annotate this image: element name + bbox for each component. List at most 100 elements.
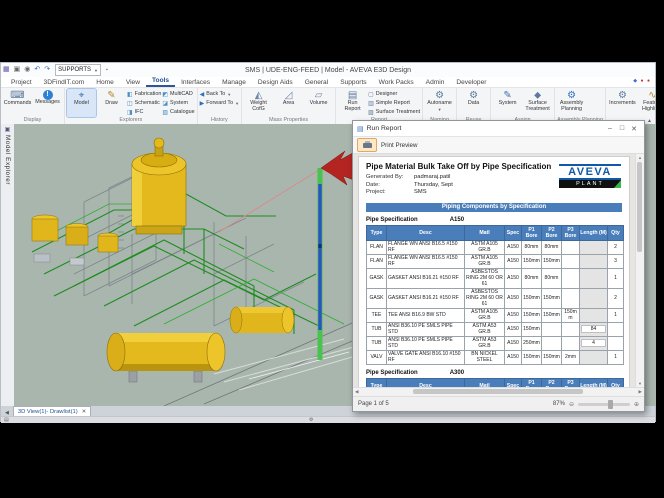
customize-toolbar-icon[interactable]: ▪ bbox=[106, 63, 108, 77]
table-cell: 250mm bbox=[522, 336, 542, 350]
table-cell: 3 bbox=[608, 254, 624, 268]
ribbon-tab-view[interactable]: View bbox=[120, 79, 146, 87]
save-icon[interactable]: ▣ bbox=[14, 63, 21, 77]
back-to-button[interactable]: ◀Back To▼ bbox=[200, 90, 239, 98]
area-button[interactable]: ◿Area bbox=[274, 89, 303, 117]
multicad-button[interactable]: ◩MultiCAD bbox=[162, 90, 194, 98]
close-icon[interactable]: ✕ bbox=[628, 125, 640, 133]
run-report-button[interactable]: ▤Run Report bbox=[338, 89, 367, 117]
model-explorer-label: Model Explorer bbox=[4, 135, 11, 185]
system-button[interactable]: ◪System bbox=[162, 99, 194, 107]
scroll-down-icon[interactable]: ▼ bbox=[636, 381, 644, 386]
ribbon-tab-home[interactable]: Home bbox=[90, 79, 120, 87]
print-preview-label: Print Preview bbox=[381, 142, 417, 149]
diamond-icon[interactable]: ◆ bbox=[633, 78, 638, 84]
meta-label: Project: bbox=[366, 189, 414, 197]
back-icon: ◀ bbox=[200, 91, 205, 98]
length-value: 4 bbox=[581, 339, 606, 347]
column-header: Spec bbox=[505, 378, 522, 387]
model-button[interactable]: ⌖Model bbox=[67, 89, 96, 117]
ribbon-tab-work-packs[interactable]: Work Packs bbox=[373, 79, 420, 87]
zoom-out-icon[interactable]: ⊖ bbox=[569, 401, 574, 408]
chevron-down-icon: ▼ bbox=[235, 101, 239, 106]
ribbon-group-explorers: ⌖Model✎Draw◧Fabrication◫Schematic◨IFC ◩Mu… bbox=[65, 88, 198, 124]
table-cell: A150 bbox=[505, 350, 522, 364]
table-cell: FLAN bbox=[367, 240, 387, 254]
ribbon-tab-interfaces[interactable]: Interfaces bbox=[175, 79, 216, 87]
ribbon-tab-admin[interactable]: Admin bbox=[420, 79, 451, 87]
table-cell: 1 bbox=[608, 268, 624, 288]
ribbon-tab-general[interactable]: General bbox=[299, 79, 334, 87]
ifc-button[interactable]: ◨IFC bbox=[127, 108, 161, 116]
table-row: TEETEE ANSI B16.9 BW STDASTM A105 GR.BA1… bbox=[367, 308, 624, 322]
table-row: TUBANSI B36.10 PE SMLS PIPE STDASTM A53 … bbox=[367, 322, 624, 336]
select-icon[interactable]: ◉ bbox=[24, 63, 30, 77]
scroll-left-icon[interactable]: ◀ bbox=[355, 389, 358, 395]
column-header: Matl bbox=[465, 225, 505, 240]
commands-button[interactable]: ⌨Commands bbox=[3, 89, 32, 117]
zoom-slider-thumb[interactable] bbox=[608, 400, 613, 409]
ribbon-group-history: ◀Back To▼▶Forward To▼History bbox=[198, 88, 242, 124]
column-header: Desc bbox=[387, 378, 465, 387]
data-button[interactable]: ⚙Data bbox=[459, 89, 488, 117]
zoom-slider[interactable] bbox=[578, 403, 630, 406]
maximize-icon[interactable]: □ bbox=[616, 125, 628, 132]
system-button[interactable]: ✎System bbox=[493, 89, 522, 117]
table-cell bbox=[562, 336, 580, 350]
redo-icon[interactable]: ↷ bbox=[44, 63, 50, 77]
record-icon[interactable]: ● bbox=[641, 78, 645, 84]
dialog-title: Run Report bbox=[367, 125, 604, 132]
ribbon-tab-project[interactable]: Project bbox=[5, 79, 38, 87]
ribbon-tab-developer[interactable]: Developer bbox=[450, 79, 492, 87]
pipe-spec-table-a150: TypeDescMatlSpecP1 BoreP2 BoreP3 BoreLen… bbox=[366, 225, 624, 365]
table-cell: 150mm bbox=[542, 254, 562, 268]
schematic-button[interactable]: ◫Schematic bbox=[127, 99, 161, 107]
assembly-planning-button[interactable]: ⚙Assembly Planning bbox=[557, 89, 586, 117]
scroll-up-icon[interactable]: ▲ bbox=[636, 155, 644, 160]
hscroll-thumb[interactable] bbox=[413, 389, 583, 394]
forward-to-button[interactable]: ▶Forward To▼ bbox=[200, 99, 239, 107]
minimize-icon[interactable]: – bbox=[604, 125, 616, 132]
ribbon-tab-tools[interactable]: Tools bbox=[146, 77, 175, 87]
designer-button[interactable]: ▢Designer bbox=[368, 90, 420, 98]
quick-access-combo[interactable]: SUPPORTS ▼ bbox=[55, 64, 101, 76]
print-preview-button[interactable] bbox=[357, 138, 377, 152]
table-cell: A150 bbox=[505, 322, 522, 336]
table-cell: ASBESTOS RING 2M 60 OR 61 bbox=[465, 268, 505, 288]
scroll-thumb[interactable] bbox=[637, 162, 642, 252]
weight-cofg-button[interactable]: ◭Weight CofG bbox=[244, 89, 273, 117]
scroll-right-icon[interactable]: ▶ bbox=[639, 389, 642, 395]
table-header-row: TypeDescMatlSpecP1 BoreP2 BoreP3 BoreLen… bbox=[367, 225, 624, 240]
ribbon-tab-supports[interactable]: Supports bbox=[334, 79, 372, 87]
plant-wordmark: PLANT bbox=[559, 180, 621, 188]
simple-report-button[interactable]: ▥Simple Report bbox=[368, 99, 420, 107]
autoname-button[interactable]: ⚙Autoname▼ bbox=[425, 89, 454, 117]
horizontal-scrollbar[interactable]: ◀ ▶ bbox=[353, 387, 644, 396]
screenshot-stage: ▦ ▣ ◉ ↶ ↷ SUPPORTS ▼ ▪ SMS | UDE-ENG-FEE… bbox=[0, 0, 664, 498]
app-icon[interactable]: ▦ bbox=[3, 63, 10, 77]
surface-treatment-button[interactable]: ▨Surface Treatment bbox=[368, 108, 420, 116]
surface-treatment-button[interactable]: ⬥Surface Treatment bbox=[523, 89, 552, 117]
ribbon-tab-design-aids[interactable]: Design Aids bbox=[252, 79, 299, 87]
record-icon-2[interactable]: ● bbox=[647, 78, 651, 84]
gear-icon[interactable]: ⚙ bbox=[309, 417, 313, 423]
catalogue-button[interactable]: ▧Catalogue bbox=[162, 108, 194, 116]
designer-icon: ▢ bbox=[368, 91, 374, 98]
dialog-title-bar[interactable]: ▤ Run Report – □ ✕ bbox=[353, 121, 644, 137]
draw-button[interactable]: ✎Draw bbox=[97, 89, 126, 117]
simple-report-icon: ▥ bbox=[368, 100, 374, 107]
ribbon-tab-manage[interactable]: Manage bbox=[216, 79, 252, 87]
tab-3d-view[interactable]: 3D View(1)- Drawlist(1) ✕ bbox=[13, 406, 91, 416]
ribbon-tab-3dfindit-com[interactable]: 3DFindIT.com bbox=[38, 79, 91, 87]
increments-button[interactable]: ⚙Increments bbox=[608, 89, 637, 118]
messages-button[interactable]: !Messages bbox=[33, 89, 62, 117]
undo-icon[interactable]: ↶ bbox=[34, 63, 40, 77]
feature-highlight-button[interactable]: ∿Feature Highlight bbox=[638, 89, 655, 118]
horizontal-vessel bbox=[107, 333, 225, 382]
zoom-in-icon[interactable]: ⊕ bbox=[634, 401, 639, 408]
fabrication-button[interactable]: ◧Fabrication bbox=[127, 90, 161, 98]
vertical-scrollbar[interactable]: ▲ ▼ bbox=[635, 154, 644, 387]
close-icon[interactable]: ✕ bbox=[82, 409, 87, 415]
volume-button[interactable]: ▱Volume bbox=[304, 89, 333, 117]
model-explorer-collapsed-panel[interactable]: ▣ Model Explorer bbox=[1, 124, 15, 406]
